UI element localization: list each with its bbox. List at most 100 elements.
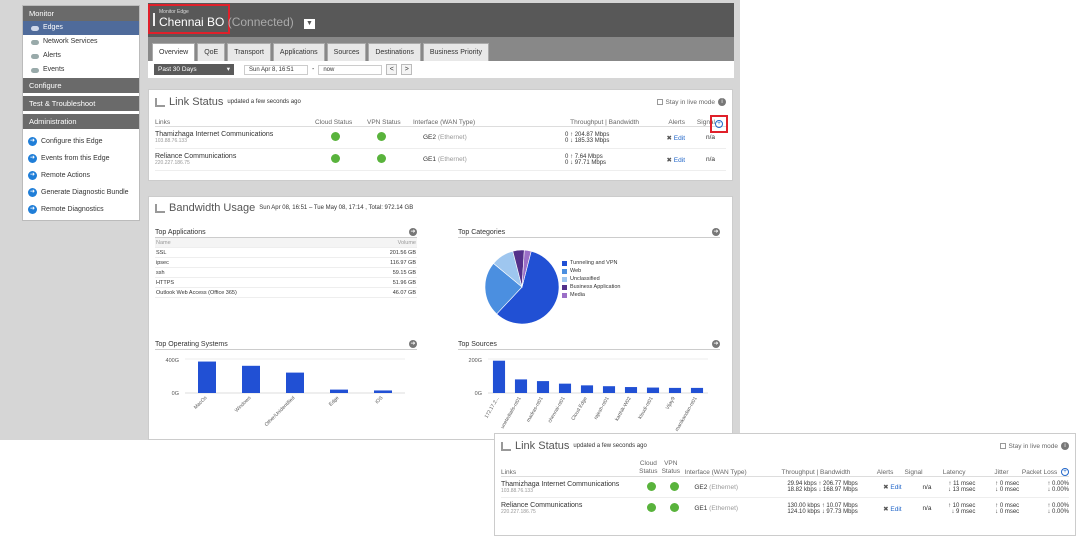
prev-period-button[interactable]: < <box>386 64 398 75</box>
alerts-edit-link[interactable]: Edit <box>890 484 901 491</box>
tab-qoe[interactable]: QoE <box>197 43 226 61</box>
bar[interactable] <box>668 387 682 393</box>
tab-overview[interactable]: Overview <box>152 43 196 61</box>
interface-name: GE2 <box>694 483 708 491</box>
bar[interactable] <box>536 381 550 393</box>
zoom-updated: updated a few seconds ago <box>573 443 647 449</box>
bar[interactable] <box>646 387 660 393</box>
sidebar-section-configure[interactable]: Configure <box>23 78 139 93</box>
app-volume: 51.96 GB <box>392 279 416 286</box>
col-alerts: Alerts <box>668 119 685 126</box>
bandwidth-title: Bandwidth Usage <box>169 202 256 214</box>
date-range-bar: Past 30 Days ▾ Sun Apr 8, 16:51 - now < > <box>148 61 734 78</box>
bar[interactable] <box>242 365 260 393</box>
bar[interactable] <box>492 360 506 393</box>
sidebar-item-alerts[interactable]: Alerts <box>23 49 139 63</box>
bar[interactable] <box>514 379 528 393</box>
date-separator: - <box>312 66 315 73</box>
arrow-right-icon[interactable]: ➜ <box>712 228 720 236</box>
arrow-right-icon[interactable]: ➜ <box>712 340 720 348</box>
sidebar-item-network-services[interactable]: Network Services <box>23 35 139 49</box>
col-cloud-status: Cloud Status <box>315 119 353 126</box>
action-label: Generate Diagnostic Bundle <box>41 189 129 196</box>
sidebar-item-edges[interactable]: Edges <box>23 21 139 35</box>
tab-bar: Overview QoE Transport Applications Sour… <box>148 37 734 61</box>
cloud-icon <box>31 25 39 31</box>
sidebar-section-administration[interactable]: Administration <box>23 114 139 129</box>
end-date-field[interactable]: now <box>318 64 383 75</box>
tab-business-priority[interactable]: Business Priority <box>422 43 490 61</box>
arrow-right-icon[interactable]: ➜ <box>409 228 417 236</box>
configure-edge-link[interactable]: ➜ Configure this Edge <box>23 133 139 150</box>
events-edge-link[interactable]: ➜ Events from this Edge <box>23 150 139 167</box>
alerts-edit-link[interactable]: Edit <box>674 157 685 164</box>
bar[interactable] <box>286 372 304 393</box>
x-tick-label: madras-nt01 <box>525 396 544 423</box>
app-name: Outlook Web Access (Office 365) <box>156 289 237 296</box>
wan-type: (Ethernet) <box>437 156 467 163</box>
column-settings-button[interactable]: + <box>710 115 728 133</box>
bar[interactable] <box>374 390 392 393</box>
bar[interactable] <box>558 383 572 393</box>
cloud-status-icon <box>331 154 340 163</box>
x-tick-label: rajesh-nt01 <box>593 396 611 421</box>
col-links: Links <box>155 119 171 126</box>
cloud-status-icon <box>331 132 340 141</box>
live-mode-toggle[interactable]: Stay in live mode i <box>999 442 1069 450</box>
sidebar-section-monitor[interactable]: Monitor <box>23 6 139 21</box>
edge-selector[interactable]: Monitor Edge Chennai BO (Connected) <box>148 4 294 34</box>
gear-icon[interactable]: + <box>1060 468 1069 476</box>
app-shell: Monitor Edges Network Services Alerts Ev… <box>0 0 740 440</box>
latency-down: 13 msec <box>952 487 976 493</box>
apps-name-header: Name <box>156 239 171 246</box>
bar[interactable] <box>580 385 594 393</box>
bar[interactable] <box>624 387 638 393</box>
col-cloud-status: Cloud Status <box>639 460 658 475</box>
chevron-down-icon[interactable]: ▼ <box>304 19 315 29</box>
link-name[interactable]: Thamizhaga Internet Communications <box>155 131 315 138</box>
bar[interactable] <box>330 389 348 393</box>
legend-label: Web <box>570 268 582 274</box>
x-tick-label: iOS <box>374 395 385 406</box>
tab-transport[interactable]: Transport <box>227 43 271 61</box>
sidebar-item-label: Alerts <box>43 52 61 59</box>
diagnostic-bundle-link[interactable]: ➜ Generate Diagnostic Bundle <box>23 184 139 201</box>
arrow-right-icon[interactable]: ➜ <box>409 340 417 348</box>
sidebar: Monitor Edges Network Services Alerts Ev… <box>22 5 140 221</box>
link-name[interactable]: Thamizhaga Internet Communications <box>501 481 639 488</box>
link-name[interactable]: Reliance Communications <box>155 153 315 160</box>
y-tick-label: 0G <box>172 391 179 397</box>
bar[interactable] <box>690 387 704 393</box>
next-period-button[interactable]: > <box>401 64 413 75</box>
legend-item: Web <box>562 267 620 275</box>
arrow-right-icon: ➜ <box>28 137 37 146</box>
apps-volume-header: Volume <box>397 239 416 246</box>
start-date-field[interactable]: Sun Apr 8, 16:51 <box>244 64 308 75</box>
x-tick-label: Edge <box>328 395 341 408</box>
jitter-down: 0 msec <box>999 487 1020 493</box>
app-volume: 59.15 GB <box>392 269 416 276</box>
tab-applications[interactable]: Applications <box>272 43 325 61</box>
col-links: Links <box>501 469 517 476</box>
date-range-select[interactable]: Past 30 Days ▾ <box>154 64 234 75</box>
col-interface: Interface (WAN Type) <box>413 119 476 126</box>
col-throughput: Throughput | Bandwidth <box>570 119 639 126</box>
live-mode-label: Stay in live mode <box>1008 442 1059 450</box>
live-mode-toggle[interactable]: Stay in live mode i <box>656 98 726 106</box>
sidebar-item-events[interactable]: Events <box>23 63 139 77</box>
bar[interactable] <box>602 386 616 393</box>
link-name[interactable]: Reliance Communications <box>501 502 639 509</box>
checkbox[interactable] <box>999 443 1006 449</box>
sidebar-item-label: Edges <box>43 24 63 31</box>
remote-actions-link[interactable]: ➜ Remote Actions <box>23 167 139 184</box>
x-tick-label: Windows <box>234 395 253 414</box>
sidebar-section-test[interactable]: Test & Troubleshoot <box>23 96 139 111</box>
checkbox[interactable] <box>656 99 663 105</box>
throughput-down: 18.82 kbps <box>787 487 817 493</box>
bar[interactable] <box>198 361 216 393</box>
tab-sources[interactable]: Sources <box>326 43 367 61</box>
alerts-edit-link[interactable]: Edit <box>674 135 685 142</box>
remote-diagnostics-link[interactable]: ➜ Remote Diagnostics <box>23 201 139 218</box>
alerts-edit-link[interactable]: Edit <box>890 506 901 513</box>
tab-destinations[interactable]: Destinations <box>368 43 421 61</box>
